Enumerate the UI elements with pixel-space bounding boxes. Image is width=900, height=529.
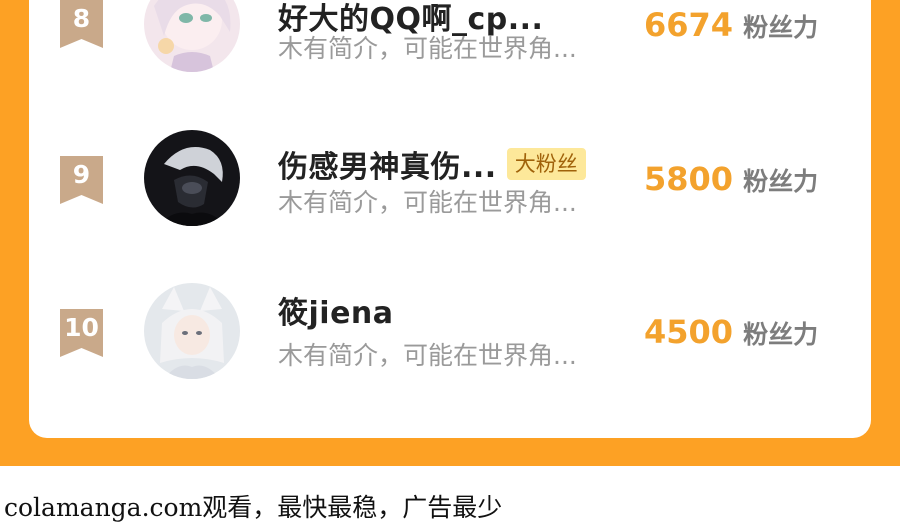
user-intro: 木有简介，可能在世界角... [278, 188, 577, 217]
score-unit: 粉丝力 [743, 167, 819, 196]
user-avatar[interactable] [144, 0, 240, 72]
score-value: 6674 [644, 6, 734, 44]
fan-power-score: 5800 粉丝力 [644, 160, 818, 198]
rank-badge: 10 [60, 309, 103, 357]
score-unit: 粉丝力 [743, 320, 819, 349]
watermark-footer: colamanga.com观看，最快最稳，广告最少 [4, 493, 503, 522]
score-value: 4500 [644, 313, 734, 351]
user-name[interactable]: 筱jiena [278, 288, 394, 332]
anime-girl-avatar-icon [144, 0, 240, 72]
user-avatar[interactable] [144, 283, 240, 379]
fan-power-score: 6674 粉丝力 [644, 6, 818, 44]
fan-power-score: 4500 粉丝力 [644, 313, 818, 351]
rank-number: 10 [64, 313, 99, 342]
ranking-card: 8 好大的QQ啊_cp... 木有简介，可能在世界角... 6674 粉丝力 9… [29, 0, 871, 438]
score-unit: 粉丝力 [743, 13, 819, 42]
big-fan-badge: 大粉丝 [506, 148, 586, 180]
ranking-row[interactable]: 8 好大的QQ啊_cp... 木有简介，可能在世界角... 6674 粉丝力 [29, 0, 871, 72]
rank-number: 9 [72, 160, 91, 189]
rank-badge: 9 [60, 156, 103, 204]
ranking-row[interactable]: 9 伤感男神真伤... 大粉丝 木有简介，可能在世界角... 5800 粉丝力 [29, 115, 871, 226]
user-avatar[interactable] [144, 130, 240, 226]
score-value: 5800 [644, 160, 734, 198]
dark-anime-avatar-icon [144, 130, 240, 226]
ranking-row[interactable]: 10 筱jiena 木有简介，可能在世界角... 4500 粉丝力 [29, 268, 871, 379]
screen: 8 好大的QQ啊_cp... 木有简介，可能在世界角... 6674 粉丝力 9… [0, 0, 900, 529]
user-intro: 木有简介，可能在世界角... [278, 34, 577, 63]
rank-badge: 8 [60, 0, 103, 48]
user-intro: 木有简介，可能在世界角... [278, 341, 577, 370]
user-name-line: 伤感男神真伤... 大粉丝 [278, 142, 586, 186]
rank-number: 8 [72, 4, 91, 33]
fox-spirit-avatar-icon [144, 283, 240, 379]
user-name-line: 筱jiena [278, 288, 394, 332]
user-name[interactable]: 伤感男神真伤... [278, 142, 497, 186]
